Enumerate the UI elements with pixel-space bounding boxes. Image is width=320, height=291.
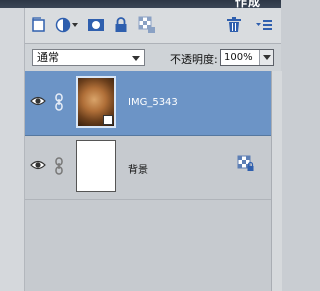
blend-mode-value: 通常 (37, 51, 59, 64)
new-layer-icon[interactable] (30, 16, 48, 34)
adjustment-layer-icon[interactable] (54, 16, 80, 34)
opacity-dropdown-icon[interactable] (259, 50, 273, 65)
left-rail (0, 8, 25, 291)
layer-thumbnail (76, 140, 116, 192)
lock-transparency-icon[interactable] (237, 155, 255, 173)
layer-options-bar: 通常 不透明度: 100% (25, 44, 281, 72)
layer-mask-icon[interactable] (86, 16, 106, 34)
eye-icon[interactable] (30, 159, 46, 171)
lock-icon[interactable] (113, 16, 129, 34)
window-title: 作成 (234, 0, 261, 8)
layer-thumbnail (76, 76, 116, 128)
blend-mode-select[interactable]: 通常 (32, 49, 145, 66)
layer-name[interactable]: IMG_5343 (128, 97, 178, 108)
link-icon[interactable] (54, 157, 64, 175)
panel-menu-icon[interactable] (254, 16, 274, 34)
photo-thumbnail (78, 78, 114, 126)
layers-list: IMG_5343 背景 (25, 71, 271, 291)
layer-row-background[interactable]: 背景 (25, 135, 271, 200)
layers-scrollbar[interactable] (271, 71, 282, 291)
link-icon[interactable] (54, 93, 64, 111)
opacity-field[interactable]: 100% (220, 49, 274, 66)
eye-icon[interactable] (30, 95, 46, 107)
trash-icon[interactable] (225, 16, 243, 34)
smart-object-badge-icon (103, 115, 113, 125)
layers-toolbar (25, 8, 281, 44)
layer-row-img5343[interactable]: IMG_5343 (25, 71, 271, 136)
opacity-label: 不透明度: (170, 53, 218, 66)
lock-transparency-icon[interactable] (137, 16, 157, 34)
layer-name[interactable]: 背景 (128, 161, 148, 176)
chevron-down-icon (132, 56, 140, 61)
opacity-value: 100% (224, 52, 253, 63)
window-titlebar: 作成 (0, 0, 281, 8)
